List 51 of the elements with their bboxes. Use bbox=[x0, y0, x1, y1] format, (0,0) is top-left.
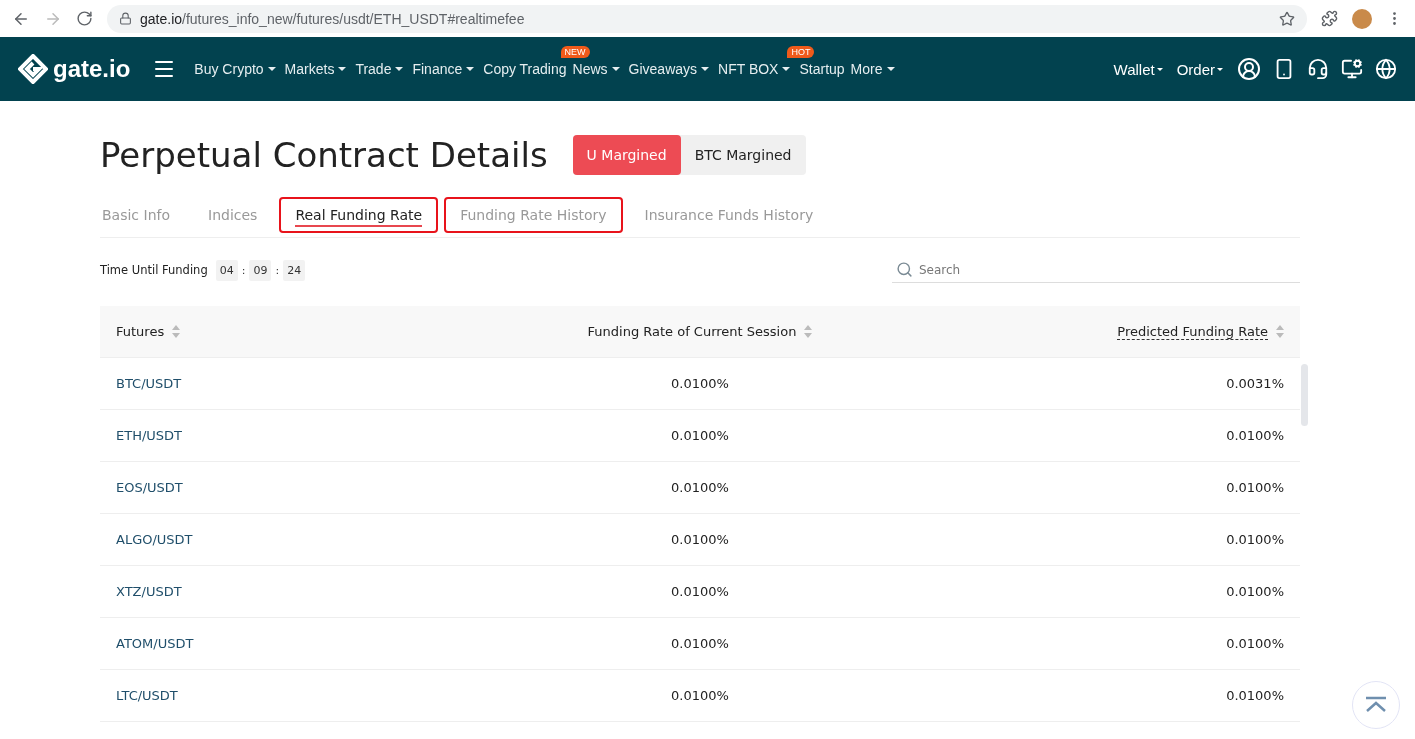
table-cell: 0.0100% bbox=[671, 688, 729, 703]
address-bar[interactable]: gate.io/futures_info_new/futures/usdt/ETH_USDT#realtimefee bbox=[107, 4, 1307, 33]
time-separator: : bbox=[275, 263, 280, 277]
nav-link[interactable]: Markets bbox=[284, 61, 335, 77]
nav-link[interactable]: NFT BOX bbox=[718, 61, 779, 77]
nav-link[interactable]: Startup bbox=[799, 61, 845, 77]
nav-link[interactable]: Copy Trading bbox=[483, 61, 567, 77]
column-header[interactable]: Funding Rate of Current Session bbox=[587, 324, 797, 339]
table-cell: 0.0100% bbox=[1226, 480, 1284, 495]
table-cell: 0.0100% bbox=[1226, 688, 1284, 703]
nav-link[interactable]: Buy Crypto bbox=[194, 61, 264, 77]
nav-link[interactable]: Order bbox=[1176, 60, 1215, 78]
table-cell: 0.0100% bbox=[1226, 532, 1284, 547]
table-cell: 0.0100% bbox=[671, 532, 729, 547]
table-cell: 0.0100% bbox=[671, 636, 729, 651]
countdown-digits: 09 bbox=[249, 259, 272, 281]
table-cell: 0.0031% bbox=[1226, 376, 1284, 391]
nav-link[interactable]: Trade bbox=[355, 61, 392, 77]
table-cell: 0.0100% bbox=[671, 376, 729, 391]
margin-toggle-button[interactable]: U Margined bbox=[572, 135, 681, 175]
symbol-link[interactable]: ALGO/USDT bbox=[116, 532, 193, 547]
table-cell: 0.0100% bbox=[671, 480, 729, 495]
badge: NEW bbox=[560, 46, 590, 58]
symbol-link[interactable]: ATOM/USDT bbox=[116, 636, 194, 651]
tab[interactable]: Real Funding Rate bbox=[279, 197, 439, 233]
nav-link[interactable]: More bbox=[850, 61, 883, 77]
logo-text[interactable]: gate.io bbox=[53, 55, 131, 83]
table-cell: 0.0100% bbox=[1226, 636, 1284, 651]
badge: HOT bbox=[787, 46, 815, 58]
margin-toggle-button[interactable]: BTC Margined bbox=[680, 135, 806, 175]
symbol-link[interactable]: ETH/USDT bbox=[116, 428, 183, 443]
nav-link[interactable]: Giveaways bbox=[628, 61, 698, 77]
page-title: Perpetual Contract Details bbox=[100, 135, 548, 175]
symbol-link[interactable]: LTC/USDT bbox=[116, 688, 178, 703]
column-header[interactable]: Predicted Funding Rate bbox=[1117, 323, 1268, 340]
symbol-link[interactable]: XTZ/USDT bbox=[116, 584, 182, 599]
nav-link[interactable]: Finance bbox=[412, 61, 463, 77]
search-field[interactable]: Search bbox=[892, 257, 1300, 283]
table-cell: 0.0100% bbox=[671, 428, 729, 443]
table-cell: 0.0100% bbox=[1226, 584, 1284, 599]
symbol-link[interactable]: BTC/USDT bbox=[116, 376, 182, 391]
table-cell: 0.0100% bbox=[671, 584, 729, 599]
column-header[interactable]: Futures bbox=[116, 324, 165, 339]
countdown-digits: 24 bbox=[283, 259, 306, 281]
symbol-link[interactable]: EOS/USDT bbox=[116, 480, 183, 495]
countdown-digits: 04 bbox=[215, 259, 238, 281]
countdown-label: Time Until Funding bbox=[100, 263, 208, 277]
nav-link[interactable]: Wallet bbox=[1113, 60, 1155, 78]
table-cell: 0.0100% bbox=[1226, 428, 1284, 443]
nav-link[interactable]: News bbox=[572, 61, 608, 77]
time-separator: : bbox=[241, 263, 246, 277]
